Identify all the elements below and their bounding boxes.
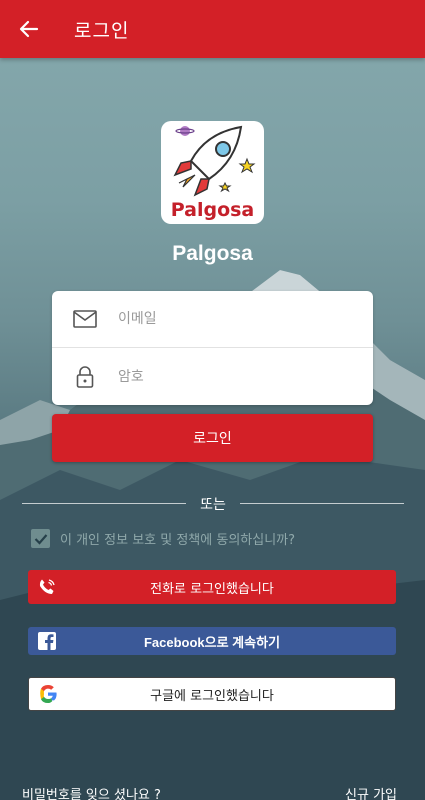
- google-icon: [39, 678, 57, 710]
- page-title: 로그인: [74, 19, 130, 42]
- login-button[interactable]: 로그인: [52, 414, 373, 462]
- app-name: Palgosa: [172, 242, 253, 265]
- logo-text: Palgosa: [170, 199, 255, 221]
- facebook-login-label: Facebook으로 계속하기: [143, 634, 281, 650]
- check-icon: [34, 533, 47, 545]
- divider-left: [22, 503, 186, 504]
- arrow-left-icon: [19, 20, 39, 38]
- divider-right: [240, 503, 404, 504]
- email-input[interactable]: [118, 311, 348, 327]
- back-button[interactable]: [0, 0, 58, 58]
- forgot-password-link[interactable]: 비밀번호를 잊으 셨나요 ?: [22, 784, 161, 800]
- google-login-label: 구글에 로그인했습니다: [150, 688, 274, 704]
- app-logo: Palgosa: [161, 121, 264, 224]
- consent-label: 이 개인 정보 보호 및 정책에 동의하십니까?: [60, 533, 296, 548]
- app-bar: 로그인: [0, 0, 425, 58]
- google-login-button[interactable]: 구글에 로그인했습니다: [28, 677, 396, 711]
- phone-icon: [38, 570, 56, 604]
- signup-link[interactable]: 신규 가입: [345, 784, 397, 800]
- login-form: [52, 291, 373, 405]
- consent-row: 이 개인 정보 보호 및 정책에 동의하십니까?: [31, 529, 295, 548]
- phone-login-button[interactable]: 전화로 로그인했습니다: [28, 570, 396, 604]
- rocket-icon: [173, 125, 256, 197]
- email-field: [52, 291, 373, 348]
- password-field: [52, 348, 373, 405]
- phone-login-label: 전화로 로그인했습니다: [150, 581, 274, 597]
- or-separator: 또는: [200, 497, 226, 513]
- facebook-icon: [38, 627, 56, 655]
- consent-checkbox[interactable]: [31, 529, 50, 548]
- facebook-login-button[interactable]: Facebook으로 계속하기: [28, 627, 396, 655]
- password-input[interactable]: [118, 368, 348, 385]
- lock-icon: [52, 365, 118, 388]
- mail-icon: [52, 310, 118, 328]
